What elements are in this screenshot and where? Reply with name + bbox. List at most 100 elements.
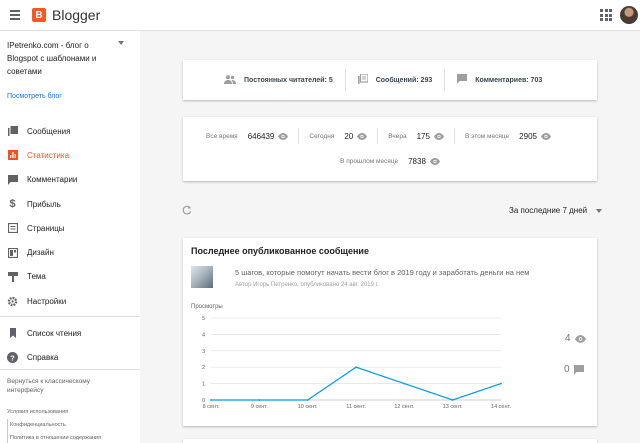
pages-icon <box>7 223 18 234</box>
divider <box>444 69 446 91</box>
blogger-logo-icon[interactable]: B <box>32 8 46 22</box>
comments-stat[interactable]: Комментариев: 703 <box>457 68 542 92</box>
sidebar-divider <box>0 369 140 370</box>
classic-interface-link[interactable]: Вернуться к классическому интерфейсу <box>7 377 127 395</box>
eye-icon <box>574 334 586 343</box>
sidebar: IPetrenko.com - блог о Blogspot с шаблон… <box>0 31 140 443</box>
layout-icon <box>7 247 18 258</box>
content-policy-link[interactable]: Политика в отношении содержания <box>7 432 101 443</box>
eye-icon <box>429 157 440 165</box>
blog-selector[interactable]: IPetrenko.com - блог о Blogspot с шаблон… <box>7 39 119 78</box>
chevron-down-icon[interactable] <box>118 41 124 45</box>
chevron-down-icon[interactable] <box>596 209 602 213</box>
views-row: Все время 646439 Сегодня 20 Вчера 175 В … <box>183 127 597 145</box>
posts-icon <box>7 126 18 137</box>
chart-ytick-label: 4 <box>202 332 205 338</box>
chart-point[interactable] <box>403 382 406 385</box>
comment-icon <box>457 74 468 86</box>
views-label: В этом месяце <box>464 132 510 140</box>
help-icon: ? <box>7 351 18 363</box>
latest-post-card: Последнее опубликованное сообщение 5 шаг… <box>183 238 597 426</box>
views-value: 2905 <box>519 131 537 141</box>
chart-point[interactable] <box>210 399 212 401</box>
app-name[interactable]: Blogger <box>52 7 100 23</box>
sidebar-item-label: Справка <box>27 352 59 362</box>
posts-stat[interactable]: Сообщений: 293 <box>357 68 432 92</box>
sidebar-item-label: Список чтения <box>27 328 82 338</box>
views-value: 175 <box>416 131 430 141</box>
eye-icon <box>433 132 444 140</box>
terms-link[interactable]: Условия использования <box>7 406 101 419</box>
sidebar-item-label: Прибыль <box>27 199 61 209</box>
post-title-link[interactable]: 5 шагов, которые помогут начать вести бл… <box>235 268 529 277</box>
divider <box>377 128 379 144</box>
views-yesterday: Вчера 175 <box>388 127 444 145</box>
posts-icon <box>357 73 369 86</box>
footer-links: Условия использования Конфиденциальность… <box>7 406 101 443</box>
next-card <box>183 439 597 443</box>
post-thumbnail[interactable] <box>191 266 213 288</box>
chart-point[interactable] <box>258 399 261 401</box>
divider <box>453 128 455 144</box>
followers-stat[interactable]: Постоянных читателей: 5 <box>224 68 333 92</box>
privacy-link[interactable]: Конфиденциальность <box>7 419 101 432</box>
chart-xtick-label: 9 сент. <box>251 404 268 410</box>
sidebar-item-comments[interactable]: Комментарии <box>0 168 140 192</box>
sidebar-item-help[interactable]: ? Справка <box>0 345 140 369</box>
chart-point[interactable] <box>451 399 454 401</box>
gear-icon <box>7 296 18 307</box>
views-row: В прошлом месяце 7838 <box>183 152 597 170</box>
followers-count: Постоянных читателей: 5 <box>244 76 333 84</box>
views-label: Сегодня <box>309 132 335 140</box>
refresh-icon[interactable] <box>182 205 192 215</box>
sidebar-item-settings[interactable]: Настройки <box>0 289 140 313</box>
theme-icon <box>7 271 18 282</box>
chart-xtick-label: 10 сент. <box>298 404 318 410</box>
view-blog-link[interactable]: Посмотреть блог <box>7 93 62 100</box>
sidebar-item-posts[interactable]: Сообщения <box>0 119 140 143</box>
sidebar-item-reading-list[interactable]: Список чтения <box>0 321 140 345</box>
chart-ytick-label: 3 <box>202 349 205 355</box>
apps-grid-icon[interactable] <box>600 9 612 21</box>
comments-count: Комментариев: 703 <box>475 76 543 84</box>
period-select[interactable]: За последние 7 дней <box>509 206 587 215</box>
sidebar-item-label: Тема <box>27 272 46 282</box>
sidebar-item-pages[interactable]: Страницы <box>0 216 140 240</box>
chart-point[interactable] <box>355 366 357 369</box>
views-value: 7838 <box>408 156 426 166</box>
latest-post-heading: Последнее опубликованное сообщение <box>191 246 369 256</box>
comments-total-value: 0 <box>564 364 570 375</box>
top-bar: B Blogger <box>0 0 640 31</box>
chart-point[interactable] <box>306 399 309 401</box>
svg-text:?: ? <box>10 353 15 362</box>
sidebar-item-stats[interactable]: Статистика <box>0 143 140 167</box>
views-card: Все время 646439 Сегодня 20 Вчера 175 В … <box>183 117 597 181</box>
comment-icon <box>7 174 18 185</box>
avatar[interactable] <box>620 6 638 24</box>
views-total-value: 4 <box>565 333 571 344</box>
chart-xtick-label: 12 сент. <box>394 404 414 410</box>
chart-ytick-label: 2 <box>202 365 205 371</box>
sidebar-nav: Сообщения Статистика Комментарии $ Прибы… <box>0 119 140 313</box>
sidebar-item-earnings[interactable]: $ Прибыль <box>0 192 140 216</box>
chart-point[interactable] <box>500 382 502 385</box>
sidebar-nav-secondary: Список чтения ? Справка <box>0 321 140 370</box>
sidebar-item-label: Страницы <box>27 223 65 233</box>
menu-icon[interactable] <box>10 7 26 23</box>
chart-ylabel: Просмотры <box>191 304 223 310</box>
post-meta: Автор Игорь Петренко, опубликовано 24 ав… <box>235 282 379 288</box>
views-label: Все время <box>206 132 238 140</box>
bookmark-icon <box>7 328 18 339</box>
summary-card: Постоянных читателей: 5 Сообщений: 293 К… <box>183 60 597 100</box>
eye-icon <box>540 132 551 140</box>
sidebar-item-theme[interactable]: Тема <box>0 265 140 289</box>
post-comments-total: 0 <box>564 364 584 375</box>
views-line-chart: 0123458 сент. 9 сент. 10 сент. 11 сент. 12 с… <box>202 316 511 410</box>
sidebar-item-layout[interactable]: Дизайн <box>0 240 140 264</box>
chart-xtick-label: 14 сент. <box>491 404 511 410</box>
views-last-month: В прошлом месяце 7838 <box>340 152 440 170</box>
divider <box>298 128 300 144</box>
sidebar-item-label: Дизайн <box>27 248 54 258</box>
views-label: Вчера <box>388 132 407 140</box>
chart-xtick-label: 11 сент. <box>346 404 366 410</box>
